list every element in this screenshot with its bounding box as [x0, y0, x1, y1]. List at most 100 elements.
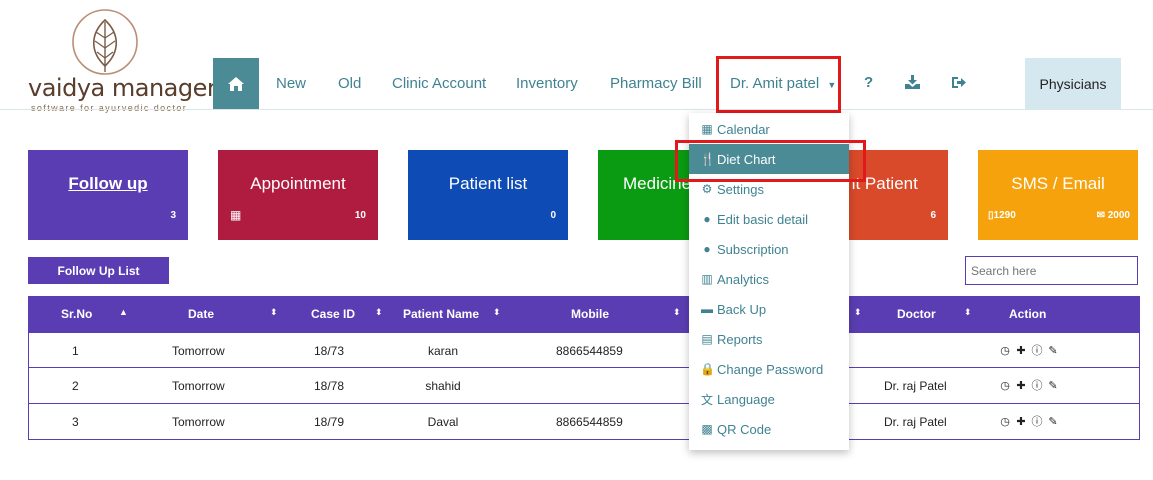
sort-icon[interactable]: ⬍ [673, 307, 681, 318]
dropdown-item-label: Change Password [717, 361, 824, 377]
cell-date: Tomorrow [172, 415, 225, 429]
dropdown-item-label: QR Code [717, 421, 772, 437]
diet-chart-highlight [675, 140, 866, 182]
dropdown-item-label: Settings [717, 181, 764, 197]
col-sr-no[interactable]: Sr.No [61, 307, 92, 321]
info-icon[interactable]: ⓘ [1031, 379, 1043, 392]
sort-icon[interactable]: ⬍ [493, 307, 501, 318]
cell-patient-name: karan [427, 344, 459, 358]
cell-patient-name: shahid [425, 379, 461, 393]
download-icon[interactable] [905, 75, 920, 94]
follow-up-list-button[interactable]: Follow Up List [28, 257, 169, 284]
dropdown-item-language[interactable]: 文 Language [689, 384, 849, 414]
sort-icon[interactable]: ⬍ [964, 307, 972, 318]
tile-follow-up[interactable]: Follow up 3 [28, 150, 188, 240]
dropdown-item-reports[interactable]: ▤ Reports [689, 324, 849, 354]
nav-inventory[interactable]: Inventory [516, 75, 578, 92]
home-button[interactable] [213, 58, 259, 109]
dropdown-item-qr-code[interactable]: ▩ QR Code [689, 414, 849, 444]
plus-icon[interactable]: ✚ [1015, 379, 1027, 392]
leaf-logo-icon [72, 9, 138, 75]
clock-icon[interactable]: ◷ [999, 415, 1011, 428]
table-row[interactable]: 1 Tomorrow 18/73 karan 8866544859 ◷ ✚ ⓘ ✎ [28, 332, 1140, 368]
pencil-icon[interactable]: ✎ [1047, 415, 1059, 428]
dropdown-item-label: Edit basic detail [717, 211, 809, 227]
col-patient-name[interactable]: Patient Name [403, 307, 479, 321]
plus-icon[interactable]: ✚ [1015, 344, 1027, 357]
tile-patient-list[interactable]: Patient list 0 [408, 150, 568, 240]
sort-icon[interactable]: ⬍ [270, 307, 278, 318]
nav-old[interactable]: Old [338, 75, 361, 92]
tile-sms-email[interactable]: SMS / Email ▯1290 ✉ 2000 [978, 150, 1138, 240]
sort-icon[interactable]: ⬍ [375, 307, 383, 318]
table-header: Sr.No ▲ Date ⬍ Case ID ⬍ Patient Name ⬍ … [28, 296, 1140, 332]
nav-new[interactable]: New [276, 75, 306, 92]
envelope-icon: ✉ [1096, 210, 1105, 221]
dropdown-item-change-password[interactable]: 🔒 Change Password [689, 354, 849, 384]
cell-case-id: 18/79 [314, 415, 345, 429]
table-row[interactable]: 2 Tomorrow 18/78 shahid Dr. raj Patel ◷ ✚ ⓘ ✎ [28, 368, 1140, 404]
clock-icon[interactable]: ◷ [999, 379, 1011, 392]
cell-case-id: 18/78 [314, 379, 345, 393]
dropdown-item-analytics[interactable]: ▥ Analytics [689, 264, 849, 294]
sort-asc-icon[interactable]: ▲ [119, 307, 128, 317]
clock-icon[interactable]: ◷ [999, 344, 1011, 357]
info-icon[interactable]: ⓘ [1031, 344, 1043, 357]
table-row[interactable]: 3 Tomorrow 18/79 Daval 8866544859 Dr. raj Pat… [28, 404, 1140, 440]
user-icon: ● [703, 212, 711, 226]
brand-name: vaidya manager [28, 74, 217, 102]
pencil-icon[interactable]: ✎ [1047, 344, 1059, 357]
tile-appointment[interactable]: Appointment ▦ 10 [218, 150, 378, 240]
col-action: Action [1009, 307, 1047, 321]
plus-icon[interactable]: ✚ [1015, 415, 1027, 428]
cell-sr-no: 1 [72, 344, 79, 358]
cell-mobile: 8866544859 [556, 344, 623, 358]
row-actions: ◷ ✚ ⓘ ✎ [999, 344, 1059, 358]
logo[interactable]: vaidya manager software for ayurvedic do… [28, 8, 217, 113]
user-icon: ● [703, 242, 711, 256]
row-actions: ◷ ✚ ⓘ ✎ [999, 379, 1059, 393]
col-mobile[interactable]: Mobile [571, 307, 609, 321]
calendar-icon: ▦ [701, 122, 713, 136]
tile-count: 3 [170, 210, 176, 221]
help-icon[interactable]: ? [864, 74, 873, 91]
dropdown-item-back-up[interactable]: ▬ Back Up [689, 294, 849, 324]
sort-icon[interactable]: ⬍ [854, 307, 862, 318]
nav-pharmacy-bill[interactable]: Pharmacy Bill [610, 75, 702, 92]
header-divider [0, 109, 1153, 110]
tile-count: 6 [930, 210, 936, 221]
home-icon [228, 76, 244, 91]
qrcode-icon: ▩ [701, 422, 713, 436]
cell-patient-name: Daval [427, 415, 459, 429]
dropdown-item-edit-basic-detail[interactable]: ● Edit basic detail [689, 204, 849, 234]
hdd-icon: ▬ [701, 302, 713, 316]
col-date[interactable]: Date [188, 307, 214, 321]
cell-doctor: Dr. raj Patel [884, 379, 947, 393]
nav-clinic-account[interactable]: Clinic Account [392, 75, 486, 92]
user-name: Dr. Amit patel [730, 75, 820, 92]
tile-count: 10 [354, 210, 366, 221]
physicians-button[interactable]: Physicians [1025, 58, 1121, 109]
dropdown-item-subscription[interactable]: ● Subscription [689, 234, 849, 264]
lock-icon: 🔒 [700, 362, 715, 376]
tile-title: Follow up [68, 174, 148, 193]
col-case-id[interactable]: Case ID [311, 307, 355, 321]
language-icon: 文 [700, 392, 713, 407]
row-actions: ◷ ✚ ⓘ ✎ [999, 415, 1059, 429]
dropdown-item-label: Analytics [717, 271, 770, 287]
user-menu-toggle[interactable]: Dr. Amit patel ▼ [730, 75, 836, 92]
cell-sr-no: 2 [72, 379, 79, 393]
search-input[interactable] [965, 256, 1138, 285]
pencil-icon[interactable]: ✎ [1047, 379, 1059, 392]
cell-date: Tomorrow [172, 379, 225, 393]
follow-up-table: Sr.No ▲ Date ⬍ Case ID ⬍ Patient Name ⬍ … [28, 296, 1140, 440]
cell-doctor: Dr. raj Patel [884, 415, 947, 429]
dropdown-item-label: Reports [717, 331, 763, 347]
dropdown-item-label: Subscription [717, 241, 789, 257]
logout-icon[interactable] [952, 76, 966, 94]
info-icon[interactable]: ⓘ [1031, 415, 1043, 428]
tile-title: Appointment [250, 174, 346, 193]
gear-icon: ⚙ [701, 182, 713, 196]
col-doctor[interactable]: Doctor [897, 307, 936, 321]
dropdown-item-label: Calendar [717, 121, 770, 137]
